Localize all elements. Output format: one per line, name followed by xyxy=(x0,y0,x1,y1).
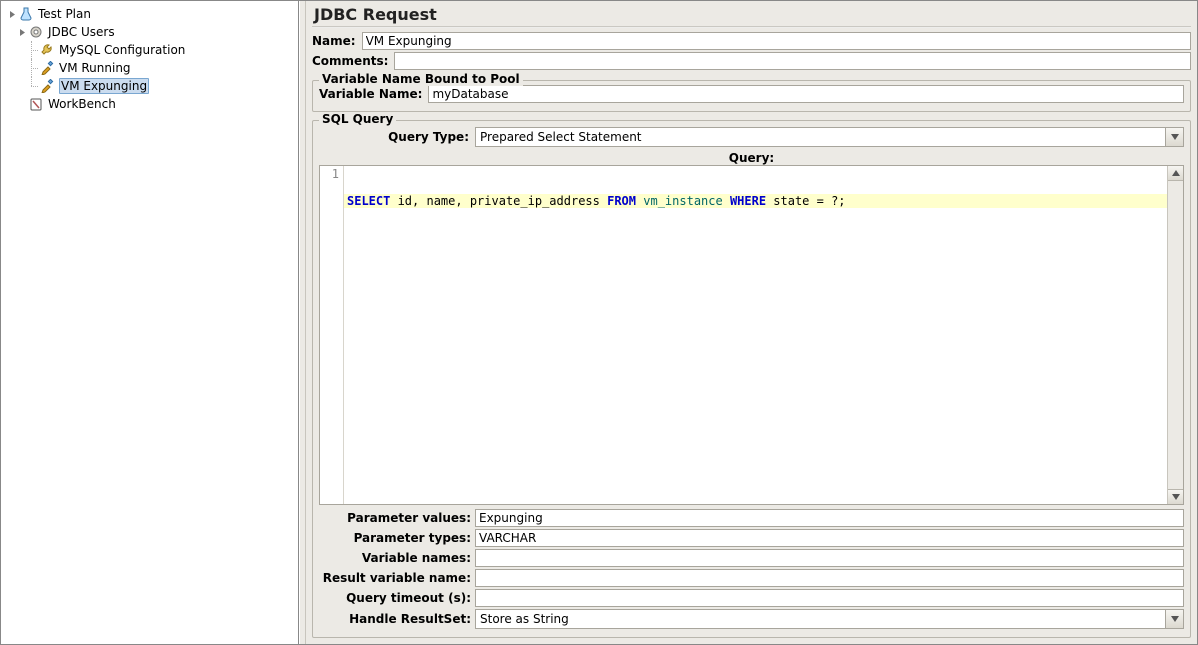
tree-node-vm-running[interactable]: VM Running xyxy=(3,59,296,77)
app-root: Test Plan JDBC Users MySQL Configuration xyxy=(0,0,1198,645)
name-row: Name: xyxy=(312,32,1191,50)
divider xyxy=(312,26,1191,28)
tree-spacer xyxy=(17,99,27,109)
timeout-label: Query timeout (s): xyxy=(319,591,475,605)
var-names-label: Variable names: xyxy=(319,551,475,565)
comments-input[interactable] xyxy=(394,52,1191,70)
var-names-row: Variable names: xyxy=(319,549,1184,567)
chevron-down-icon[interactable] xyxy=(1165,128,1183,146)
splitter[interactable] xyxy=(299,1,306,644)
page-title: JDBC Request xyxy=(312,3,1191,26)
var-name-input[interactable] xyxy=(428,85,1184,103)
param-values-label: Parameter values: xyxy=(319,511,475,525)
detail-panel: JDBC Request Name: Comments: Variable Na… xyxy=(306,1,1197,644)
scroll-up-icon[interactable] xyxy=(1168,166,1183,181)
query-type-value: Prepared Select Statement xyxy=(476,128,1165,146)
tree-label: WorkBench xyxy=(48,97,116,111)
tree-label: MySQL Configuration xyxy=(59,43,185,57)
handle-rs-label: Handle ResultSet: xyxy=(319,612,475,626)
code-line: SELECT id, name, private_ip_address FROM… xyxy=(344,194,1167,208)
var-name-row: Variable Name: xyxy=(319,85,1184,103)
tree-node-vm-expunging[interactable]: VM Expunging xyxy=(3,77,296,95)
tree-panel[interactable]: Test Plan JDBC Users MySQL Configuration xyxy=(1,1,299,644)
chevron-down-icon[interactable] xyxy=(1165,610,1183,628)
timeout-row: Query timeout (s): xyxy=(319,589,1184,607)
sql-group: SQL Query Query Type: Prepared Select St… xyxy=(312,120,1191,638)
param-types-label: Parameter types: xyxy=(319,531,475,545)
tree-node-jdbc-users[interactable]: JDBC Users xyxy=(3,23,296,41)
pool-group: Variable Name Bound to Pool Variable Nam… xyxy=(312,80,1191,112)
clipboard-icon xyxy=(28,96,44,112)
result-var-input[interactable] xyxy=(475,569,1184,587)
handle-rs-combo[interactable]: Store as String xyxy=(475,609,1184,629)
pool-group-legend: Variable Name Bound to Pool xyxy=(319,72,523,86)
tree-label: VM Running xyxy=(59,61,131,75)
comments-row: Comments: xyxy=(312,52,1191,70)
result-var-label: Result variable name: xyxy=(319,571,475,585)
query-label: Query: xyxy=(319,151,1184,165)
scroll-down-icon[interactable] xyxy=(1168,489,1183,504)
tree-branch-icon xyxy=(27,41,39,59)
result-var-row: Result variable name: xyxy=(319,569,1184,587)
query-editor[interactable]: 1 SELECT id, name, private_ip_address FR… xyxy=(319,165,1184,505)
param-values-row: Parameter values: xyxy=(319,509,1184,527)
tree-toggle-icon[interactable] xyxy=(17,27,27,37)
editor-gutter: 1 xyxy=(320,166,344,504)
scrollbar-vertical[interactable] xyxy=(1167,166,1183,504)
handle-rs-row: Handle ResultSet: Store as String xyxy=(319,609,1184,629)
tree-label: JDBC Users xyxy=(48,25,115,39)
param-types-input[interactable] xyxy=(475,529,1184,547)
query-params: Parameter values: Parameter types: Varia… xyxy=(319,509,1184,631)
timeout-input[interactable] xyxy=(475,589,1184,607)
handle-rs-value: Store as String xyxy=(476,610,1165,628)
flask-icon xyxy=(18,6,34,22)
name-label: Name: xyxy=(312,34,362,48)
param-types-row: Parameter types: xyxy=(319,529,1184,547)
editor-code[interactable]: SELECT id, name, private_ip_address FROM… xyxy=(344,166,1167,504)
gutter-line: 1 xyxy=(320,167,339,181)
tree-node-test-plan[interactable]: Test Plan xyxy=(3,5,296,23)
var-name-label: Variable Name: xyxy=(319,87,428,101)
query-type-combo[interactable]: Prepared Select Statement xyxy=(475,127,1184,147)
wrench-icon xyxy=(39,42,55,58)
query-type-label: Query Type: xyxy=(319,130,475,144)
tree-label: Test Plan xyxy=(38,7,91,21)
tree-branch-icon xyxy=(27,59,39,77)
tree-node-mysql-config[interactable]: MySQL Configuration xyxy=(3,41,296,59)
dropper-icon xyxy=(39,78,55,94)
tree-branch-icon xyxy=(27,77,39,95)
query-type-row: Query Type: Prepared Select Statement xyxy=(319,127,1184,147)
var-names-input[interactable] xyxy=(475,549,1184,567)
dropper-icon xyxy=(39,60,55,76)
tree-toggle-icon[interactable] xyxy=(7,9,17,19)
name-input[interactable] xyxy=(362,32,1191,50)
scroll-track[interactable] xyxy=(1168,181,1183,489)
tree-node-workbench[interactable]: WorkBench xyxy=(3,95,296,113)
gear-icon xyxy=(28,24,44,40)
sql-group-legend: SQL Query xyxy=(319,112,396,126)
tree-label-selected: VM Expunging xyxy=(59,78,149,94)
comments-label: Comments: xyxy=(312,54,394,68)
param-values-input[interactable] xyxy=(475,509,1184,527)
